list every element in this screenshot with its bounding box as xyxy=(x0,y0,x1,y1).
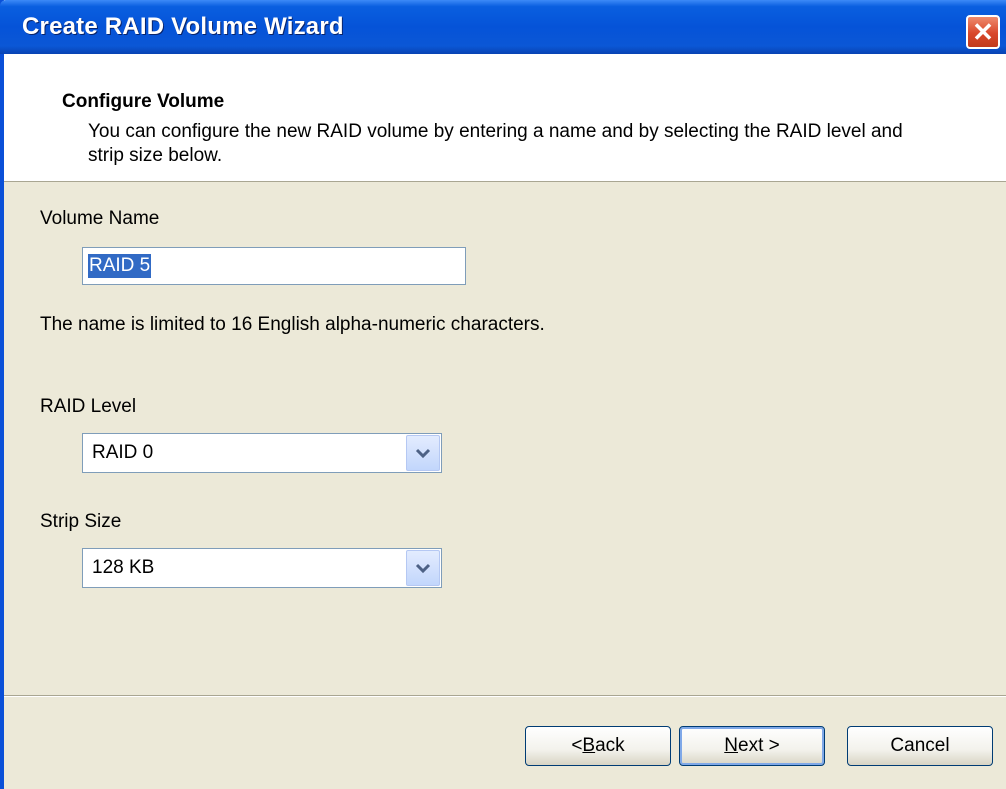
strip-size-dropdown[interactable]: 128 KB xyxy=(82,548,442,588)
page-description: You can configure the new RAID volume by… xyxy=(88,121,903,166)
chevron-down-icon[interactable] xyxy=(406,550,440,586)
raid-level-label: RAID Level xyxy=(40,396,137,417)
raid-level-value: RAID 0 xyxy=(92,442,154,463)
page-title: Configure Volume xyxy=(62,91,225,112)
close-glyph: ✕ xyxy=(972,17,994,47)
title-bar[interactable]: Create RAID Volume Wizard ✕ xyxy=(0,0,1006,54)
volume-name-input[interactable]: RAID 5 xyxy=(82,247,466,285)
volume-name-value: RAID 5 xyxy=(88,254,152,278)
next-button[interactable]: Next > xyxy=(679,726,825,766)
back-prefix: < xyxy=(571,735,583,756)
footer-divider xyxy=(4,695,1006,697)
volume-name-label: Volume Name xyxy=(40,208,160,229)
cancel-button[interactable]: Cancel xyxy=(847,726,993,766)
volume-name-hint: The name is limited to 16 English alpha-… xyxy=(40,314,545,335)
raid-level-dropdown[interactable]: RAID 0 xyxy=(82,433,442,473)
next-mnemonic: N xyxy=(724,735,738,756)
next-label: ext > xyxy=(738,735,780,756)
strip-size-label: Strip Size xyxy=(40,511,122,532)
wizard-window: Create RAID Volume Wizard ✕ Configure Vo… xyxy=(0,0,1006,789)
wizard-header: Configure Volume You can configure the n… xyxy=(4,54,1006,182)
strip-size-value: 128 KB xyxy=(92,557,155,578)
close-icon[interactable]: ✕ xyxy=(966,15,1000,49)
cancel-label: Cancel xyxy=(890,735,950,756)
window-title: Create RAID Volume Wizard xyxy=(22,13,344,40)
chevron-down-icon[interactable] xyxy=(406,435,440,471)
back-mnemonic: B xyxy=(582,735,596,756)
back-label: ack xyxy=(595,735,625,756)
back-button[interactable]: < Back xyxy=(525,726,671,766)
